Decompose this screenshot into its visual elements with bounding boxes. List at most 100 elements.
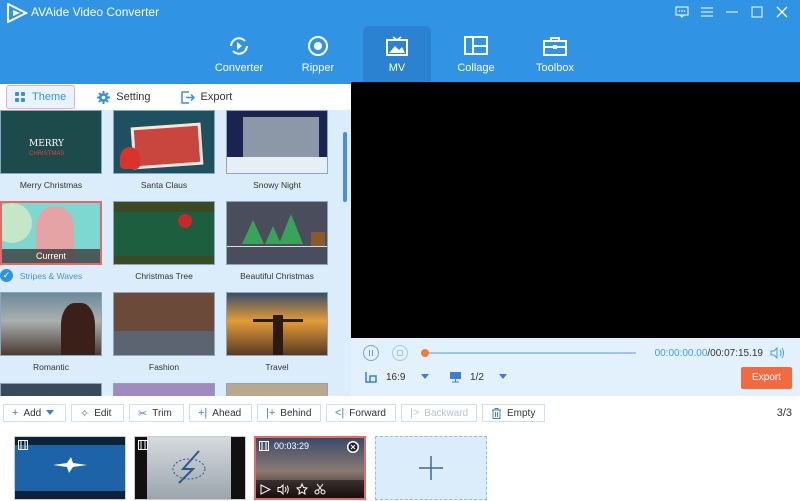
progress-handle[interactable] (421, 349, 429, 357)
monitor-icon (450, 372, 461, 383)
theme-item[interactable]: Fashion (113, 292, 215, 372)
empty-label: Empty (507, 407, 536, 419)
player-controls: 00:00:00.00/00:07:15.19 16:9 1/2 Export (351, 338, 800, 396)
add-clip-button[interactable] (375, 436, 487, 500)
progress-bar[interactable] (421, 349, 636, 357)
behind-button[interactable]: |+ Behind (257, 404, 321, 422)
behind-label: Behind (280, 407, 312, 419)
aspect-ratio-icon (365, 372, 377, 383)
theme-grid: MERRY CHRISTMAS Merry Christmas Santa Cl… (0, 110, 351, 396)
clip-volume-icon[interactable] (277, 484, 290, 495)
pause-button[interactable] (363, 345, 379, 361)
theme-item[interactable]: Travel (226, 292, 328, 372)
nav-converter[interactable]: Converter (205, 26, 273, 82)
clip-duration: 00:03:29 (274, 441, 310, 451)
empty-button[interactable]: Empty (482, 404, 545, 422)
theme-item[interactable]: Santa Claus (113, 110, 215, 190)
forward-icon: <| (335, 407, 345, 419)
nav-collage[interactable]: Collage (442, 26, 510, 82)
theme-thumbnail (226, 201, 328, 265)
nav-ripper[interactable]: Ripper (284, 26, 352, 82)
clip-item-active[interactable]: 00:03:29 (254, 436, 366, 500)
collage-icon (464, 36, 488, 55)
trash-icon (492, 407, 501, 419)
theme-item[interactable]: Christmas Tree (113, 201, 215, 281)
add-dropdown-icon[interactable] (46, 410, 55, 416)
aspect-ratio-dropdown-icon[interactable] (421, 374, 429, 380)
theme-label: Christmas Tree (135, 271, 193, 281)
backward-icon: |> (410, 407, 420, 419)
theme-item[interactable]: Current ✓ Stripes & Waves (0, 201, 102, 282)
tab-export[interactable]: Export (173, 85, 241, 109)
trim-label: Trim (152, 407, 172, 419)
nav-toolbox[interactable]: Toolbox (521, 26, 589, 82)
clip-timeline: 00:03:29 (0, 432, 800, 501)
theme-thumbnail: Current (0, 201, 102, 265)
trim-button[interactable]: ✂ Trim (129, 404, 184, 422)
theme-item[interactable]: Beautiful Christmas (226, 201, 328, 281)
film-icon (138, 440, 148, 450)
pause-icon (369, 350, 373, 356)
maximize-icon[interactable] (744, 3, 769, 21)
theme-thumbnail (0, 292, 102, 356)
theme-label: Romantic (33, 362, 69, 372)
add-label: Add (23, 407, 42, 419)
edit-star-icon: ✧ (80, 407, 90, 420)
stop-button[interactable] (392, 345, 408, 361)
export-button[interactable]: Export (741, 367, 792, 389)
toolbox-icon (543, 37, 567, 56)
nav-toolbox-label: Toolbox (536, 62, 574, 74)
tab-theme[interactable]: Theme (6, 85, 76, 109)
theme-thumbnail (113, 292, 215, 356)
volume-icon[interactable] (770, 347, 786, 359)
edit-button[interactable]: ✧ Edit (71, 404, 124, 422)
clip-edit-icon[interactable] (296, 483, 308, 495)
app-title: AVAide Video Converter (31, 5, 160, 19)
ahead-button[interactable]: +| Ahead (189, 404, 252, 422)
ripper-icon (308, 36, 328, 56)
play-clip-icon[interactable] (260, 484, 271, 495)
ahead-label: Ahead (212, 407, 242, 419)
theme-label: Beautiful Christmas (240, 271, 314, 281)
backward-button[interactable]: |> Backward (401, 404, 477, 422)
clip-item[interactable] (14, 436, 126, 500)
theme-item[interactable] (113, 383, 215, 396)
menu-icon[interactable] (694, 3, 719, 21)
theme-label: Merry Christmas (19, 180, 83, 190)
forward-button[interactable]: <| Forward (326, 404, 396, 422)
close-icon[interactable] (769, 3, 794, 21)
aspect-ratio-value: 16:9 (386, 372, 406, 383)
theme-item[interactable] (0, 383, 102, 396)
main-nav: Converter Ripper MV Collage Toolbox (205, 26, 600, 82)
theme-label: Fashion (148, 362, 180, 372)
theme-scrollbar[interactable] (343, 132, 347, 202)
backward-label: Backward (424, 407, 469, 419)
tab-setting[interactable]: Setting (89, 85, 158, 109)
nav-collage-label: Collage (457, 62, 495, 74)
forward-label: Forward (349, 407, 386, 419)
tab-export-label: Export (200, 91, 233, 103)
current-time: 00:00:00.00 (654, 348, 708, 359)
clip-trim-icon[interactable] (314, 483, 326, 495)
add-button[interactable]: + Add (3, 404, 66, 422)
grid-icon (15, 91, 25, 102)
theme-item[interactable]: Romantic (0, 292, 102, 372)
nav-mv[interactable]: MV (363, 26, 431, 82)
nav-mv-label: MV (388, 62, 406, 74)
mv-icon (386, 36, 408, 56)
theme-panel: Theme Setting Export MERRY CHRISTMAS Mer… (0, 82, 351, 396)
theme-label: Snowy Night (253, 180, 301, 190)
theme-label: Santa Claus (140, 180, 188, 190)
current-badge: Current (2, 249, 100, 263)
total-time: /00:07:15.19 (707, 348, 763, 359)
theme-item[interactable] (226, 383, 328, 396)
theme-thumbnail (113, 201, 215, 265)
theme-item[interactable]: MERRY CHRISTMAS Merry Christmas (0, 110, 102, 190)
theme-item[interactable]: Snowy Night (226, 110, 328, 190)
minimize-icon[interactable] (719, 3, 744, 21)
clip-item[interactable] (134, 436, 246, 500)
remove-clip-icon[interactable] (346, 440, 360, 454)
zoom-dropdown-icon[interactable] (499, 374, 507, 380)
plus-icon (419, 456, 443, 480)
feedback-icon[interactable] (669, 3, 694, 21)
